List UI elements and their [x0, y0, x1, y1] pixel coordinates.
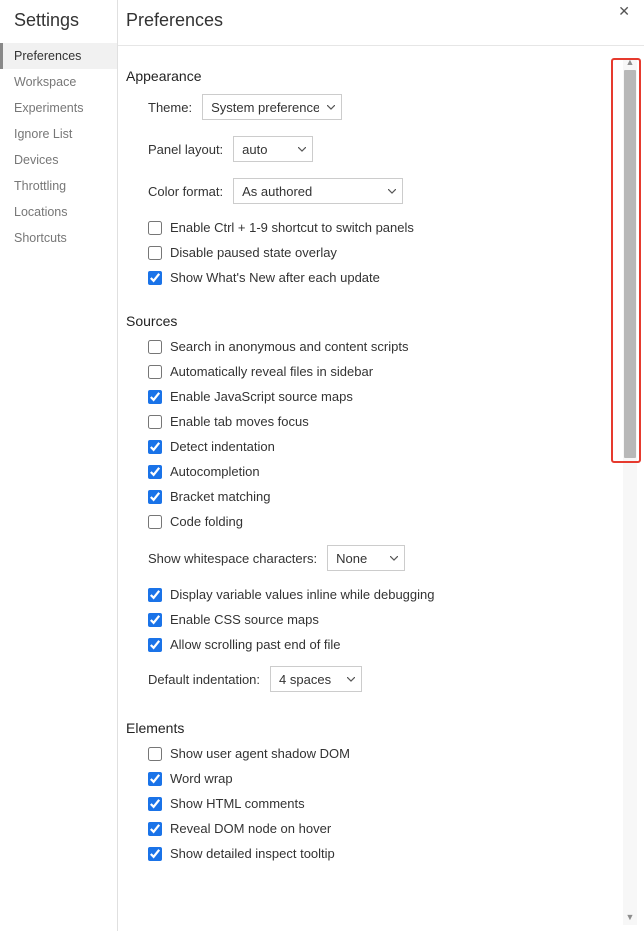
sources-check-row: Detect indentation	[148, 439, 644, 454]
sources-check-checkbox[interactable]	[148, 415, 162, 429]
elements-check-checkbox[interactable]	[148, 822, 162, 836]
sources-check-label: Enable CSS source maps	[170, 612, 319, 627]
elements-check-checkbox[interactable]	[148, 847, 162, 861]
sources-check-row: Automatically reveal files in sidebar	[148, 364, 644, 379]
sources-check-row: Enable tab moves focus	[148, 414, 644, 429]
scrollbar-thumb[interactable]	[624, 70, 636, 458]
sources-check-label: Automatically reveal files in sidebar	[170, 364, 373, 379]
whitespace-select[interactable]: None	[327, 545, 405, 571]
elements-check-row: Show HTML comments	[148, 796, 644, 811]
elements-check-checkbox[interactable]	[148, 772, 162, 786]
sources-check-label: Enable tab moves focus	[170, 414, 309, 429]
sources-check-checkbox[interactable]	[148, 613, 162, 627]
appearance-check-row: Disable paused state overlay	[148, 245, 644, 260]
sidebar-item-locations[interactable]: Locations	[0, 199, 117, 225]
elements-check-label: Reveal DOM node on hover	[170, 821, 331, 836]
sources-check-label: Bracket matching	[170, 489, 270, 504]
sources-check-row: Enable JavaScript source maps	[148, 389, 644, 404]
scroll-up-icon[interactable]: ▲	[623, 58, 637, 70]
appearance-check-checkbox[interactable]	[148, 221, 162, 235]
sources-check-checkbox[interactable]	[148, 465, 162, 479]
appearance-check-checkbox[interactable]	[148, 271, 162, 285]
elements-check-checkbox[interactable]	[148, 747, 162, 761]
sources-check-row: Display variable values inline while deb…	[148, 587, 644, 602]
sources-check-label: Allow scrolling past end of file	[170, 637, 341, 652]
sources-check-label: Enable JavaScript source maps	[170, 389, 353, 404]
section-elements: Elements	[126, 720, 644, 736]
sidebar: Settings PreferencesWorkspaceExperiments…	[0, 0, 118, 931]
sidebar-item-experiments[interactable]: Experiments	[0, 95, 117, 121]
elements-check-row: Word wrap	[148, 771, 644, 786]
scrollbar-track[interactable]	[623, 70, 637, 913]
color-format-label: Color format:	[148, 184, 223, 199]
sidebar-item-shortcuts[interactable]: Shortcuts	[0, 225, 117, 251]
elements-check-label: Show user agent shadow DOM	[170, 746, 350, 761]
sources-check-checkbox[interactable]	[148, 515, 162, 529]
elements-check-checkbox[interactable]	[148, 797, 162, 811]
appearance-check-checkbox[interactable]	[148, 246, 162, 260]
scroll-down-icon[interactable]: ▼	[623, 913, 637, 925]
theme-select[interactable]: System preference	[202, 94, 342, 120]
elements-check-row: Show detailed inspect tooltip	[148, 846, 644, 861]
sources-check-label: Display variable values inline while deb…	[170, 587, 435, 602]
sources-check-row: Enable CSS source maps	[148, 612, 644, 627]
main-panel: ✕ Preferences Appearance Theme: System p…	[118, 0, 644, 931]
sources-check-checkbox[interactable]	[148, 440, 162, 454]
panel-layout-select[interactable]: auto	[233, 136, 313, 162]
sidebar-title: Settings	[0, 8, 117, 43]
elements-check-row: Reveal DOM node on hover	[148, 821, 644, 836]
sources-check-checkbox[interactable]	[148, 638, 162, 652]
sidebar-item-throttling[interactable]: Throttling	[0, 173, 117, 199]
close-icon[interactable]: ✕	[618, 4, 630, 18]
sidebar-item-preferences[interactable]: Preferences	[0, 43, 117, 69]
indent-select[interactable]: 4 spaces	[270, 666, 362, 692]
elements-check-label: Word wrap	[170, 771, 233, 786]
appearance-check-row: Show What's New after each update	[148, 270, 644, 285]
scrollbar[interactable]: ▲ ▼	[623, 58, 637, 925]
sources-check-checkbox[interactable]	[148, 365, 162, 379]
section-appearance: Appearance	[126, 68, 644, 84]
elements-check-row: Show user agent shadow DOM	[148, 746, 644, 761]
sources-check-label: Search in anonymous and content scripts	[170, 339, 408, 354]
sidebar-item-workspace[interactable]: Workspace	[0, 69, 117, 95]
sources-check-label: Autocompletion	[170, 464, 260, 479]
page-title: Preferences	[118, 0, 644, 46]
appearance-check-label: Disable paused state overlay	[170, 245, 337, 260]
elements-check-label: Show detailed inspect tooltip	[170, 846, 335, 861]
indent-label: Default indentation:	[148, 672, 260, 687]
sources-check-row: Bracket matching	[148, 489, 644, 504]
elements-check-label: Show HTML comments	[170, 796, 305, 811]
whitespace-label: Show whitespace characters:	[148, 551, 317, 566]
sidebar-item-devices[interactable]: Devices	[0, 147, 117, 173]
theme-label: Theme:	[148, 100, 192, 115]
sources-check-label: Detect indentation	[170, 439, 275, 454]
sources-check-row: Search in anonymous and content scripts	[148, 339, 644, 354]
section-sources: Sources	[126, 313, 644, 329]
color-format-select[interactable]: As authored	[233, 178, 403, 204]
sources-check-label: Code folding	[170, 514, 243, 529]
sources-check-row: Autocompletion	[148, 464, 644, 479]
sources-check-checkbox[interactable]	[148, 588, 162, 602]
appearance-check-label: Show What's New after each update	[170, 270, 380, 285]
sources-check-checkbox[interactable]	[148, 340, 162, 354]
sources-check-row: Code folding	[148, 514, 644, 529]
sources-check-checkbox[interactable]	[148, 490, 162, 504]
sidebar-item-ignore-list[interactable]: Ignore List	[0, 121, 117, 147]
appearance-check-label: Enable Ctrl + 1-9 shortcut to switch pan…	[170, 220, 414, 235]
sources-check-checkbox[interactable]	[148, 390, 162, 404]
appearance-check-row: Enable Ctrl + 1-9 shortcut to switch pan…	[148, 220, 644, 235]
sources-check-row: Allow scrolling past end of file	[148, 637, 644, 652]
content-area: Appearance Theme: System preference Pane…	[118, 46, 644, 927]
panel-layout-label: Panel layout:	[148, 142, 223, 157]
